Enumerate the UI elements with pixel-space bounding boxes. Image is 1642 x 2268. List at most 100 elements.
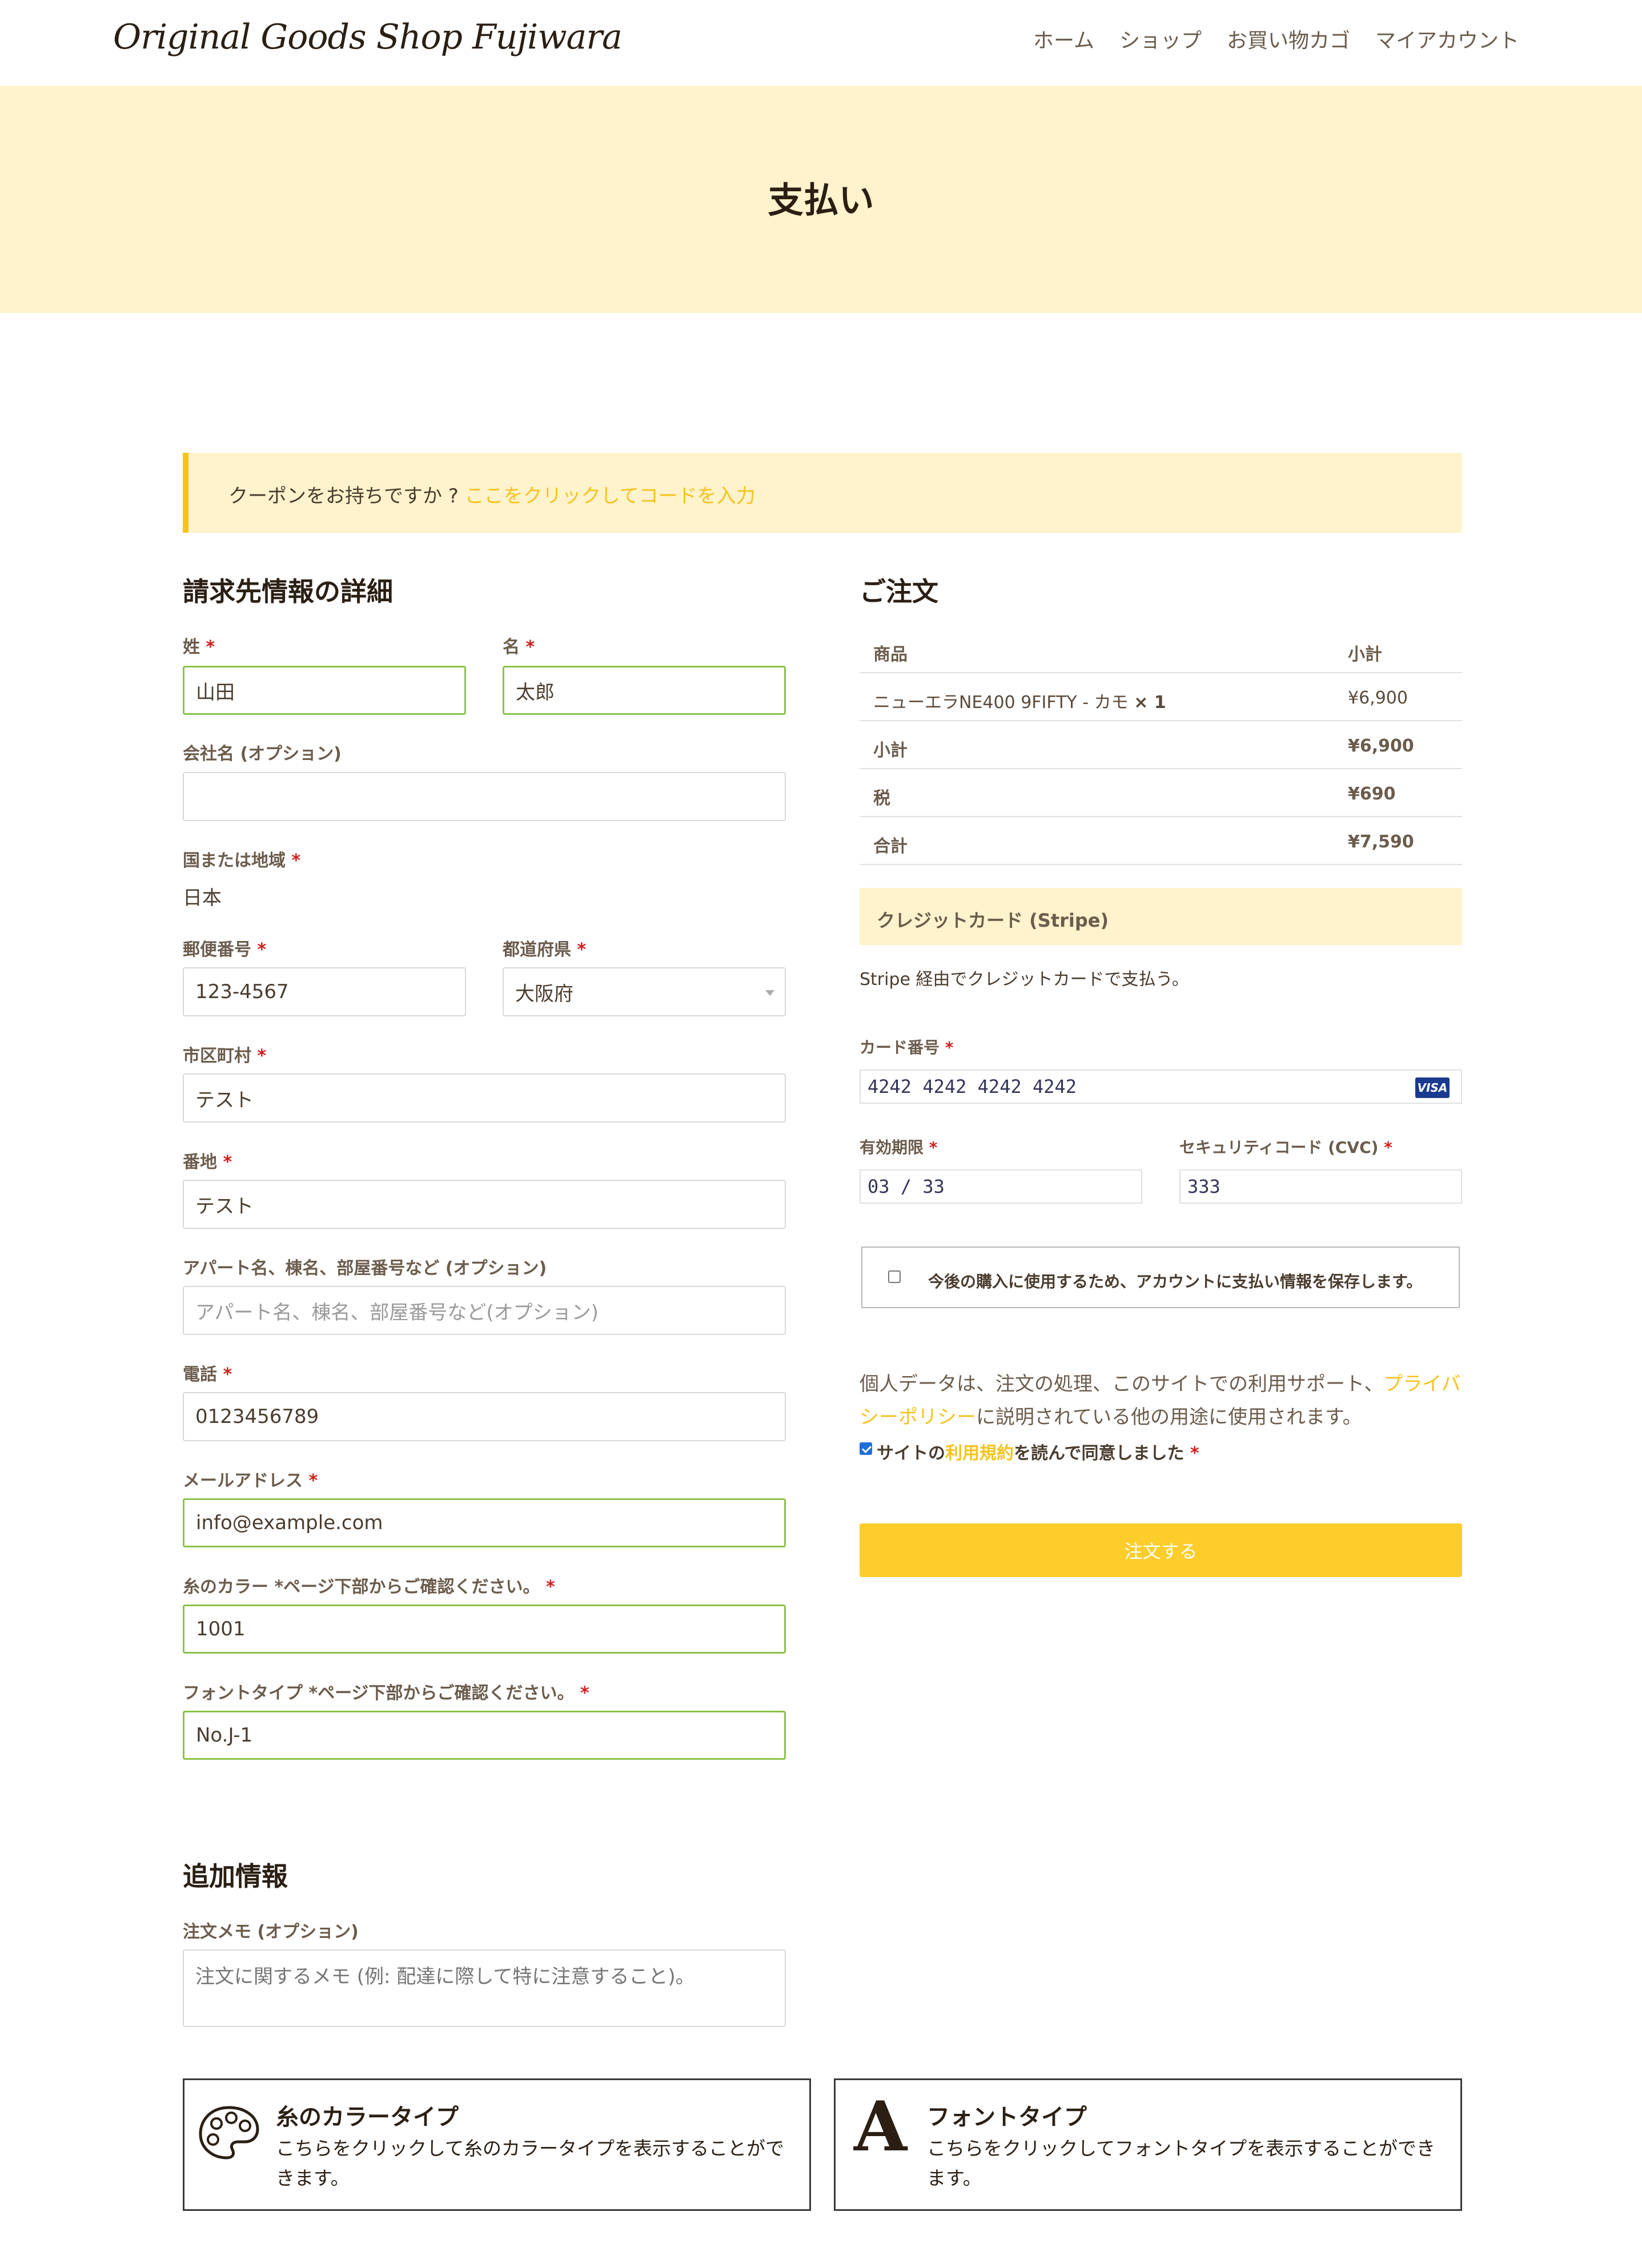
card-number-value: 4242 4242 4242 4242 (868, 1076, 1077, 1097)
additional-info-heading: 追加情報 (183, 1861, 288, 1892)
cvc-input[interactable]: 333 (1179, 1169, 1462, 1204)
required-mark: * (223, 1152, 232, 1172)
font-type-input[interactable]: No.J-1 (183, 1711, 786, 1760)
total-row: 合計 ¥7,590 (860, 817, 1462, 865)
col-product-header: 商品 (873, 645, 908, 665)
cvc-label-text: セキュリティコード (CVC) (1179, 1138, 1379, 1157)
font-type-label-text: フォントタイプ *ページ下部からご確認ください。 (183, 1683, 575, 1703)
payment-method-box[interactable]: クレジットカード (Stripe) (860, 888, 1462, 945)
nav-home[interactable]: ホーム (1033, 24, 1094, 54)
subtotal-row: 小計 ¥6,900 (860, 721, 1462, 769)
thread-color-label-text: 糸のカラー *ページ下部からご確認ください。 (183, 1577, 540, 1597)
coupon-question: クーポンをお持ちですか ? (228, 485, 465, 508)
postcode-input[interactable]: 123-4567 (183, 967, 466, 1016)
thread-color-info-desc: こちらをクリックして糸のカラータイプを表示することができます。 (276, 2137, 785, 2189)
address-label-text: 番地 (183, 1152, 217, 1172)
font-type-info-box[interactable]: A フォントタイプ こちらをクリックしてフォントタイプを表示することができます。 (834, 2078, 1462, 2211)
expiry-input[interactable]: 03 / 33 (860, 1169, 1142, 1204)
page-hero: 支払い (0, 86, 1642, 313)
privacy-text-1: 個人データは、注文の処理、このサイトでの利用サポート、 (860, 1373, 1384, 1396)
email-label-text: メールアドレス (183, 1471, 303, 1491)
font-type-label: フォントタイプ *ページ下部からご確認ください。 * (183, 1679, 589, 1704)
table-header-row: 商品 小計 (860, 625, 1462, 673)
nav-my-account[interactable]: マイアカウント (1375, 24, 1519, 54)
required-mark: * (1190, 1443, 1199, 1463)
card-number-input[interactable]: 4242 4242 4242 4242 VISA (860, 1069, 1462, 1104)
phone-input[interactable]: 0123456789 (183, 1392, 786, 1441)
site-header: Original Goods Shop Fujiwara ホーム ショップ お買… (0, 0, 1642, 86)
cart-item-row: ニューエラNE400 9FIFTY - カモ × 1 ¥6,900 (860, 673, 1462, 721)
email-input[interactable]: info@example.com (183, 1498, 786, 1547)
item-name-text: ニューエラNE400 9FIFTY - カモ (873, 693, 1129, 713)
prefecture-label-text: 都道府県 (503, 940, 571, 960)
cart-item-price: ¥6,900 (1348, 688, 1408, 708)
chevron-down-icon (765, 990, 774, 996)
thread-color-info-box[interactable]: 糸のカラータイプ こちらをクリックして糸のカラータイプを表示することができます。 (183, 2078, 811, 2211)
place-order-button[interactable]: 注文する (860, 1523, 1462, 1577)
last-name-input[interactable]: 山田 (183, 666, 466, 715)
city-label: 市区町村 * (183, 1041, 266, 1067)
prefecture-label: 都道府県 * (503, 935, 586, 960)
terms-text-2: を読んで同意しました (1014, 1443, 1185, 1463)
required-mark: * (1384, 1138, 1392, 1157)
first-name-input[interactable]: 太郎 (503, 666, 786, 715)
required-mark: * (206, 637, 215, 657)
total-label: 合計 (873, 837, 908, 856)
site-logo[interactable]: Original Goods Shop Fujiwara (113, 17, 623, 57)
address-label: 番地 * (183, 1148, 232, 1173)
required-mark: * (577, 940, 587, 960)
palette-icon (199, 2106, 259, 2160)
last-name-label-text: 姓 (183, 637, 200, 657)
nav-shop[interactable]: ショップ (1119, 24, 1202, 54)
main-nav: ホーム ショップ お買い物カゴ マイアカウント (1033, 24, 1519, 54)
font-type-info-title: フォントタイプ (927, 2104, 1087, 2130)
order-notes-textarea[interactable] (183, 1949, 786, 2027)
item-qty: × 1 (1134, 693, 1166, 713)
required-mark: * (525, 637, 535, 657)
email-label: メールアドレス * (183, 1466, 318, 1491)
visa-icon: VISA (1415, 1077, 1450, 1098)
required-mark: * (308, 1471, 318, 1491)
tax-value: ¥690 (1348, 784, 1396, 804)
apartment-input[interactable]: アパート名、棟名、部屋番号など(オプション) (183, 1286, 786, 1335)
page-title: 支払い (768, 179, 874, 221)
address-input[interactable]: テスト (183, 1180, 786, 1229)
required-mark: * (257, 940, 267, 960)
required-mark: * (546, 1577, 555, 1597)
thread-color-input[interactable]: 1001 (183, 1605, 786, 1654)
first-name-label-text: 名 (503, 637, 520, 657)
terms-checkbox[interactable] (860, 1442, 872, 1455)
save-payment-checkbox[interactable] (888, 1270, 901, 1283)
company-input[interactable] (183, 772, 786, 821)
required-mark: * (291, 851, 301, 871)
tax-row: 税 ¥690 (860, 769, 1462, 817)
nav-cart[interactable]: お買い物カゴ (1227, 24, 1350, 54)
country-label-text: 国または地域 (183, 851, 286, 871)
order-notes-label: 注文メモ (オプション) (183, 1922, 359, 1942)
tax-label: 税 (873, 789, 890, 809)
phone-label-text: 電話 (183, 1365, 217, 1385)
card-number-label: カード番号 * (860, 1035, 953, 1058)
coupon-link[interactable]: ここをクリックしてコードを入力 (465, 485, 756, 508)
prefecture-select[interactable]: 大阪府 (503, 967, 786, 1016)
required-mark: * (257, 1046, 267, 1066)
company-label: 会社名 (オプション) (183, 744, 342, 764)
font-a-icon: A (854, 2086, 908, 2167)
col-subtotal-header: 小計 (1348, 645, 1382, 665)
total-value: ¥7,590 (1348, 832, 1414, 852)
save-payment-label: 今後の購入に使用するため、アカウントに支払い情報を保存します。 (928, 1272, 1423, 1291)
thread-color-info-title: 糸のカラータイプ (276, 2104, 459, 2130)
country-value: 日本 (183, 887, 222, 910)
required-mark: * (929, 1138, 938, 1157)
required-mark: * (945, 1038, 954, 1057)
last-name-label: 姓 * (183, 633, 215, 658)
terms-link[interactable]: 利用規約 (945, 1443, 1014, 1463)
thread-color-label: 糸のカラー *ページ下部からご確認ください。 * (183, 1573, 555, 1598)
expiry-label-text: 有効期限 (860, 1138, 924, 1157)
expiry-label: 有効期限 * (860, 1135, 937, 1158)
city-input[interactable]: テスト (183, 1073, 786, 1123)
font-type-info-desc: こちらをクリックしてフォントタイプを表示することができます。 (927, 2137, 1436, 2189)
cart-item-name: ニューエラNE400 9FIFTY - カモ × 1 (873, 688, 1166, 713)
coupon-text: クーポンをお持ちですか ? ここをクリックしてコードを入力 (228, 480, 756, 508)
card-number-label-text: カード番号 (860, 1038, 940, 1057)
